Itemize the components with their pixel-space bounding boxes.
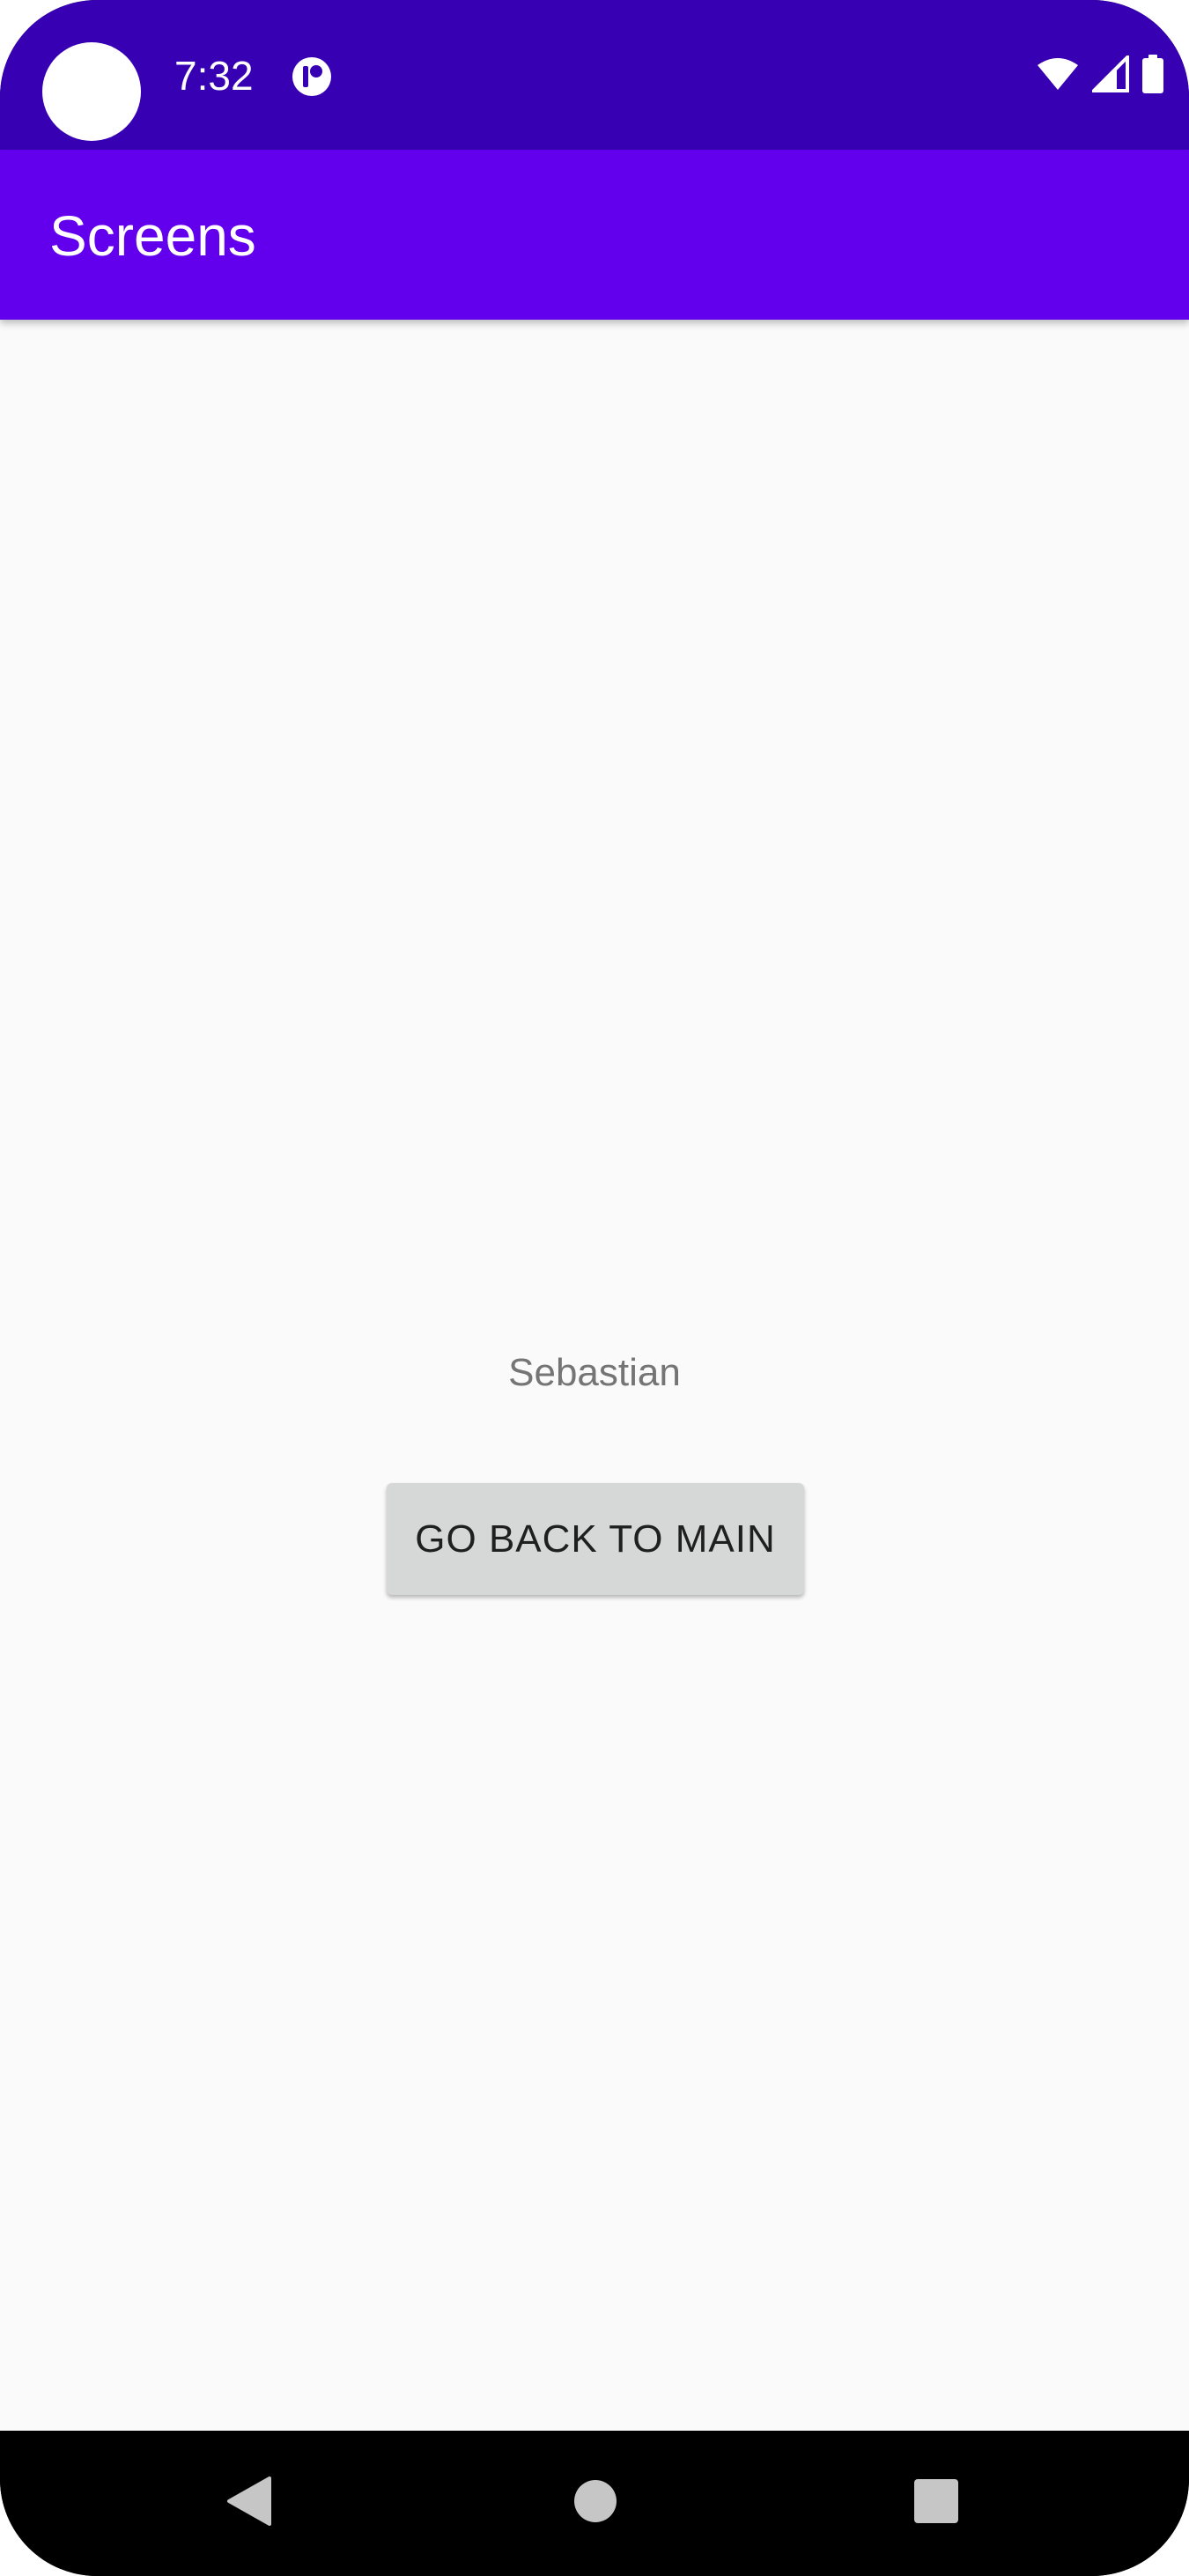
nav-back-button[interactable] <box>178 2431 319 2576</box>
app-title: Screens <box>49 204 256 268</box>
battery-icon <box>1141 54 1164 98</box>
app-bar: Screens <box>0 150 1189 320</box>
status-time: 7:32 <box>174 53 254 99</box>
app-notification-icon <box>291 55 333 98</box>
home-icon <box>572 2478 618 2528</box>
back-icon <box>224 2475 273 2532</box>
cell-signal-icon <box>1089 52 1129 97</box>
wifi-icon <box>1036 56 1080 96</box>
status-icons <box>1036 52 1164 98</box>
name-label: Sebastian <box>508 1351 681 1394</box>
device-frame: 7:32 Screens Sebastian GO BACK TO MAIN <box>0 0 1189 2576</box>
go-back-to-main-button[interactable]: GO BACK TO MAIN <box>387 1483 804 1595</box>
nav-recents-button[interactable] <box>866 2431 1007 2576</box>
nav-home-button[interactable] <box>525 2431 666 2576</box>
camera-cutout <box>42 42 141 141</box>
main-content: Sebastian GO BACK TO MAIN <box>0 320 1189 2431</box>
status-bar: 7:32 <box>0 0 1189 150</box>
navigation-bar <box>0 2431 1189 2576</box>
recents-icon <box>913 2478 959 2528</box>
